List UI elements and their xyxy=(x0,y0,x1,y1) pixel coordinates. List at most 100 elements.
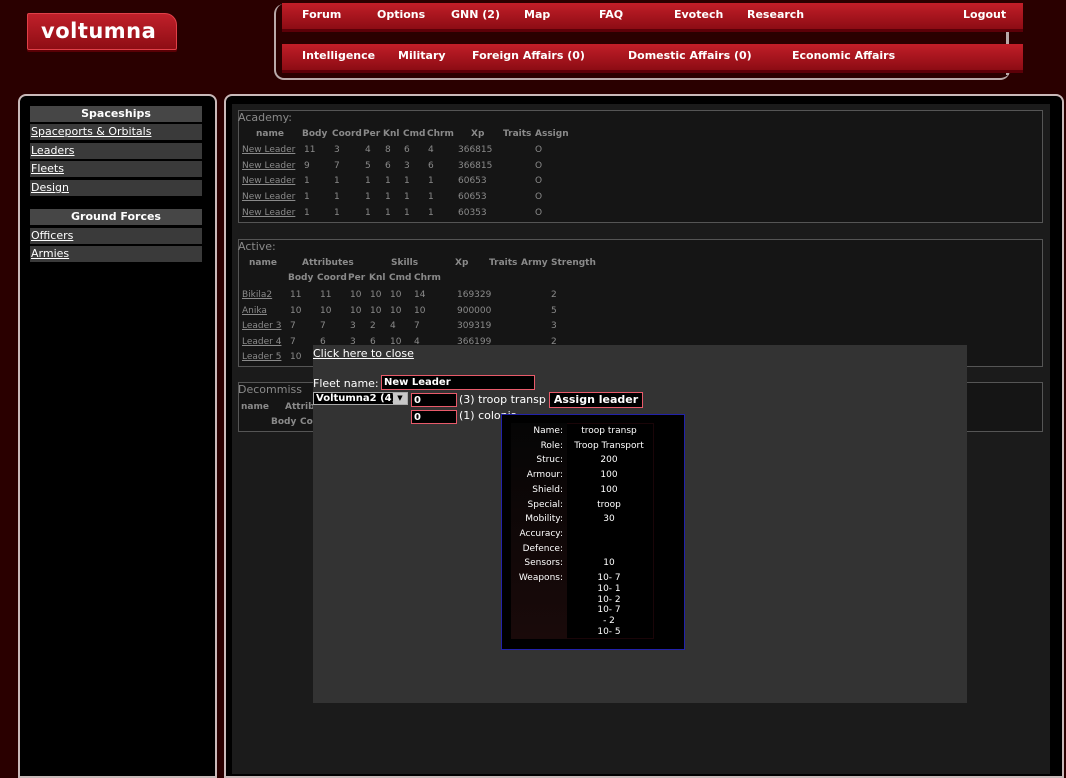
logo-text: voltumna xyxy=(41,19,157,43)
active-subheader-coord: Coord xyxy=(317,273,347,283)
academy-header-chrm: Chrm xyxy=(427,129,454,139)
academy-cell: 1 xyxy=(428,192,434,203)
tooltip-value-sensors: 10 xyxy=(603,558,615,569)
leader-name-link[interactable]: Leader 4 xyxy=(242,337,281,347)
academy-cell: 9 xyxy=(304,160,310,171)
sidebar-item-label: Design xyxy=(31,181,69,194)
academy-cell: 1 xyxy=(365,192,371,203)
active-cell: 4 xyxy=(390,321,396,331)
sidebar-item-armies[interactable]: Armies xyxy=(30,246,202,262)
nav-military[interactable]: Military xyxy=(398,49,446,62)
sidebar-item-design[interactable]: Design xyxy=(30,180,202,196)
active-cell: 7 xyxy=(320,321,326,331)
active-cell: 10 xyxy=(350,305,362,316)
nav-forum[interactable]: Forum xyxy=(302,8,341,21)
academy-header-name: name xyxy=(256,129,284,139)
chevron-down-icon[interactable]: ▼ xyxy=(393,393,407,404)
active-cell: 900000 xyxy=(457,305,492,316)
assign-radio[interactable]: O xyxy=(535,192,542,202)
active-cell: 309319 xyxy=(457,321,492,331)
nav-research[interactable]: Research xyxy=(747,8,804,21)
leader-name-link[interactable]: New Leader xyxy=(242,161,295,171)
decom-subheader-body: Body xyxy=(271,417,297,427)
active-cell: 10 xyxy=(390,290,402,300)
nav-intelligence[interactable]: Intelligence xyxy=(302,49,375,62)
academy-cell: 1 xyxy=(334,176,340,187)
sidebar-item-spaceports[interactable]: Spaceports & Orbitals xyxy=(30,124,202,140)
planet-select[interactable]: Voltumna2 (4) ▼ xyxy=(313,392,408,405)
leader-name-link[interactable]: Leader 3 xyxy=(242,321,281,331)
academy-header-traits: Traits xyxy=(503,129,532,139)
leader-name-link[interactable]: New Leader xyxy=(242,145,295,155)
leader-name-link[interactable]: Anika xyxy=(242,306,267,316)
nav-foreign-affairs[interactable]: Foreign Affairs (0) xyxy=(472,49,585,62)
active-cell: 2 xyxy=(551,290,557,300)
sidebar-item-officers[interactable]: Officers xyxy=(30,228,202,244)
tooltip-weapon: - 2 xyxy=(603,616,615,627)
academy-cell: 1 xyxy=(385,192,391,203)
tooltip-label-sensors: Sensors: xyxy=(524,558,563,569)
fleet-name-input[interactable] xyxy=(381,375,535,390)
academy-cell: 366815 xyxy=(458,145,493,155)
leader-name-link[interactable]: Leader 5 xyxy=(242,352,281,362)
leader-name-link[interactable]: New Leader xyxy=(242,208,295,218)
tooltip-value-special: troop xyxy=(597,499,621,510)
nav-faq[interactable]: FAQ xyxy=(599,8,623,21)
planet-select-value: Voltumna2 (4) xyxy=(316,393,397,404)
active-cell: 7 xyxy=(414,321,420,331)
tooltip-weapon: 10- 5 xyxy=(597,627,621,637)
sidebar-item-leaders[interactable]: Leaders xyxy=(30,143,202,159)
academy-header-knl: Knl xyxy=(383,129,400,139)
academy-section xyxy=(238,110,1043,223)
troop-transport-qty-input[interactable] xyxy=(411,393,457,407)
tooltip-value-shield: 100 xyxy=(600,484,618,495)
troop-transport-label[interactable]: (3) troop transp xyxy=(459,393,546,406)
decom-subheader-coord: Co xyxy=(300,417,313,427)
academy-cell: 3 xyxy=(334,145,340,155)
active-header-army: Army xyxy=(521,258,548,268)
sidebar-item-label: Leaders xyxy=(31,144,75,157)
academy-cell: 1 xyxy=(334,207,340,218)
assign-radio[interactable]: O xyxy=(535,208,542,218)
tooltip-value-name: troop transp xyxy=(581,426,637,436)
decom-header-name: name xyxy=(241,402,269,412)
nav-evotech[interactable]: Evotech xyxy=(674,8,723,21)
nav-options[interactable]: Options xyxy=(377,8,425,21)
leader-name-link[interactable]: Bikila2 xyxy=(242,290,272,300)
academy-cell: 3 xyxy=(404,160,410,171)
active-cell: 7 xyxy=(290,321,296,331)
logo[interactable]: voltumna xyxy=(27,13,177,50)
academy-cell: 1 xyxy=(428,207,434,218)
tooltip-label-accuracy: Accuracy: xyxy=(519,528,563,539)
assign-leader-button[interactable]: Assign leader xyxy=(549,392,643,408)
leader-name-link[interactable]: New Leader xyxy=(242,176,295,186)
tooltip-value-struc: 200 xyxy=(600,455,618,466)
close-dialog-link[interactable]: Click here to close xyxy=(313,347,414,360)
nav-logout[interactable]: Logout xyxy=(963,8,1006,21)
academy-cell: 60653 xyxy=(458,192,487,203)
assign-radio[interactable]: O xyxy=(535,161,542,171)
academy-cell: 1 xyxy=(385,207,391,218)
tooltip-label-role: Role: xyxy=(540,440,563,451)
tooltip-weapon: 10- 2 xyxy=(597,594,621,605)
academy-cell: 11 xyxy=(304,145,316,155)
assign-radio[interactable]: O xyxy=(535,176,542,186)
active-subheader-chrm: Chrm xyxy=(414,273,441,283)
tooltip-value-mobility: 30 xyxy=(603,514,615,525)
sidebar-item-fleets[interactable]: Fleets xyxy=(30,161,202,177)
tooltip-label-name: Name: xyxy=(533,426,563,436)
academy-cell: 1 xyxy=(428,176,434,187)
academy-cell: 1 xyxy=(404,176,410,187)
colonist-qty-input[interactable] xyxy=(411,410,457,424)
active-cell: 7 xyxy=(290,336,296,347)
leader-name-link[interactable]: New Leader xyxy=(242,192,295,202)
assign-radio[interactable]: O xyxy=(535,145,542,155)
nav-domestic-affairs[interactable]: Domestic Affairs (0) xyxy=(628,49,752,62)
nav-map[interactable]: Map xyxy=(524,8,550,21)
nav-economic-affairs[interactable]: Economic Affairs xyxy=(792,49,895,62)
tooltip-label-weapons: Weapons: xyxy=(518,573,563,583)
academy-header-body: Body xyxy=(302,129,328,139)
nav-gnn[interactable]: GNN (2) xyxy=(451,8,500,21)
nav-bar-top: Forum Options GNN (2) Map FAQ Evotech Re… xyxy=(282,3,1023,32)
academy-header-coord: Coord xyxy=(332,129,362,139)
